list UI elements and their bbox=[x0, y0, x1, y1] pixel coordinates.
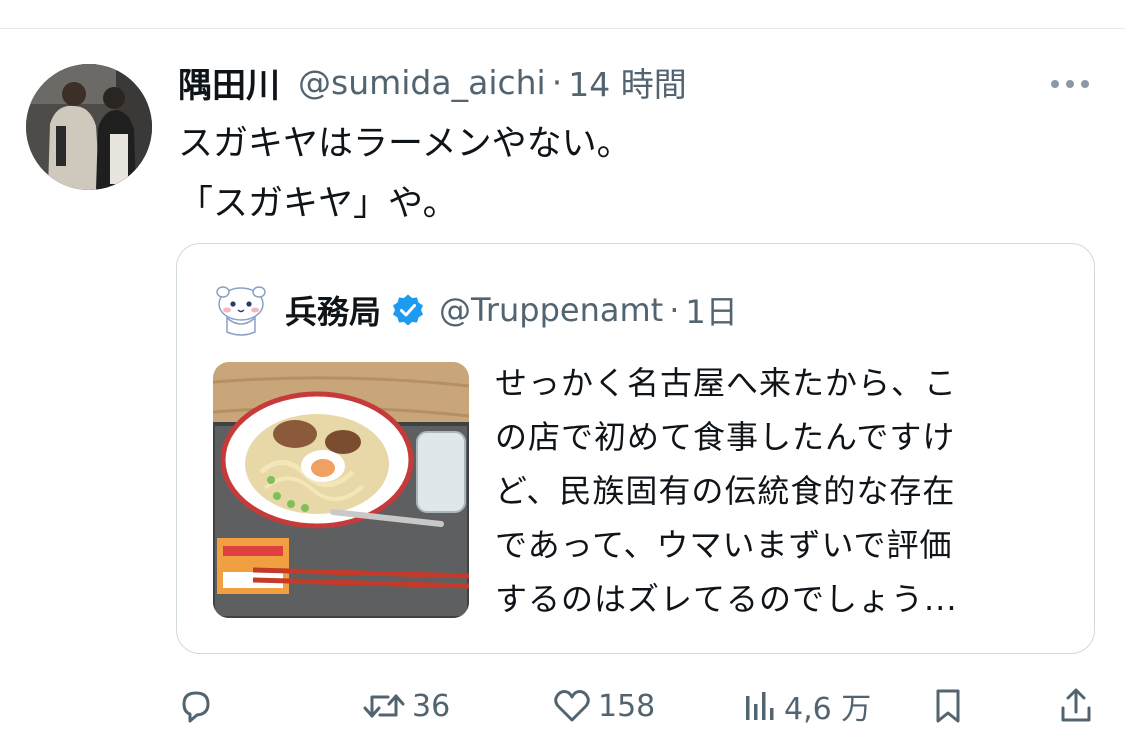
author-display-name[interactable]: 隅田川 bbox=[178, 58, 280, 107]
quoted-text-line: ど、民族固有の伝統食的な存在 bbox=[495, 472, 956, 510]
share-icon bbox=[1061, 688, 1091, 722]
retweet-button[interactable]: 36 bbox=[362, 680, 450, 732]
quoted-text-line: の店で初めて食事したんですけ bbox=[495, 418, 956, 456]
avatar[interactable] bbox=[26, 64, 152, 190]
tweet-action-bar: 36 158 4,6 万 bbox=[0, 680, 1125, 732]
ramen-photo-icon bbox=[213, 362, 469, 618]
header-separator: · bbox=[551, 62, 563, 102]
top-divider bbox=[0, 28, 1125, 29]
quoted-text-line: するのはズレてるのでしょう... bbox=[495, 580, 958, 618]
tweet-text-line: 「スガキヤ」や。 bbox=[178, 184, 458, 224]
quoted-text: せっかく名古屋へ来たから、こ の店で初めて食事したんですけ ど、民族固有の伝統食… bbox=[495, 356, 1065, 626]
reply-icon bbox=[182, 691, 210, 723]
tweet-text-line: スガキヤはラーメンやない。 bbox=[178, 124, 632, 164]
quoted-display-name[interactable]: 兵務局 bbox=[285, 287, 381, 333]
like-button[interactable]: 158 bbox=[552, 680, 655, 732]
heart-icon bbox=[554, 690, 590, 722]
tweet-timestamp[interactable]: 14 時間 bbox=[568, 58, 686, 106]
like-count: 158 bbox=[598, 688, 656, 724]
quoted-tweet-card[interactable]: 兵務局 @Truppenamt · 1日 せっかく名古屋へ来たから、こ の店で初… bbox=[176, 243, 1095, 654]
quoted-header-separator: · bbox=[669, 291, 680, 329]
mascot-avatar-icon bbox=[209, 278, 273, 342]
quoted-text-line: せっかく名古屋へ来たから、こ bbox=[495, 364, 958, 402]
share-button[interactable] bbox=[1056, 680, 1096, 732]
bookmark-button[interactable] bbox=[928, 680, 968, 732]
tweet-text: スガキヤはラーメンやない。 「スガキヤ」や。 bbox=[178, 114, 632, 234]
reply-button[interactable] bbox=[176, 680, 216, 732]
retweet-count: 36 bbox=[412, 688, 451, 724]
more-options-button[interactable] bbox=[1046, 68, 1094, 100]
avatar-photo bbox=[26, 64, 152, 190]
more-icon bbox=[1051, 80, 1089, 88]
author-handle[interactable]: @sumida_aichi bbox=[298, 63, 546, 102]
quoted-text-line: であって、ウマいまずいで評価 bbox=[495, 526, 953, 564]
tweet-header: 隅田川 @sumida_aichi · 14 時間 bbox=[178, 58, 687, 106]
views-icon bbox=[746, 692, 774, 720]
views-button[interactable]: 4,6 万 bbox=[742, 680, 871, 732]
views-count: 4,6 万 bbox=[784, 692, 872, 727]
retweet-icon bbox=[363, 694, 405, 718]
quoted-avatar[interactable] bbox=[209, 278, 273, 342]
quoted-header: 兵務局 @Truppenamt · 1日 bbox=[285, 284, 738, 336]
quoted-timestamp[interactable]: 1日 bbox=[685, 287, 737, 333]
quoted-handle[interactable]: @Truppenamt bbox=[439, 291, 663, 329]
verified-badge-icon bbox=[393, 294, 424, 326]
quoted-media-thumbnail[interactable] bbox=[213, 362, 469, 618]
bookmark-icon bbox=[936, 689, 960, 723]
